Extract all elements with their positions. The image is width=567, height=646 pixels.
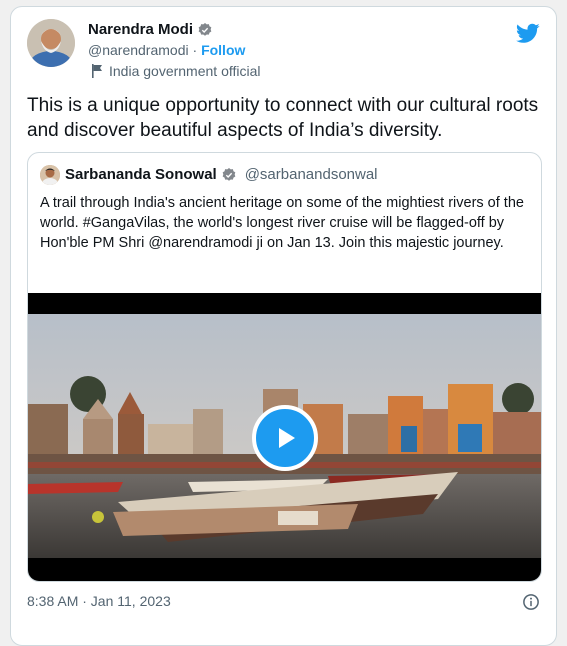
quoted-author-avatar[interactable] [40, 165, 60, 185]
info-icon[interactable] [522, 593, 540, 611]
video-player[interactable] [28, 293, 541, 581]
tweet-card[interactable]: Narendra Modi @narendramodi · Follow Ind… [10, 6, 557, 646]
separator-dot: · [192, 42, 198, 58]
government-label[interactable]: India government official [91, 63, 261, 79]
quoted-tweet-text: A trail through India's ancient heritage… [40, 195, 524, 251]
quoted-author-row[interactable]: Sarbananda Sonowal @sarbanandsonwal [65, 166, 378, 183]
quoted-author-name[interactable]: Sarbananda Sonowal [65, 166, 217, 183]
twitter-bird-icon[interactable] [516, 21, 540, 45]
author-avatar[interactable] [27, 19, 75, 67]
verified-badge-icon [222, 167, 236, 181]
author-handle-row: @narendramodi · Follow [88, 42, 245, 58]
play-button[interactable] [252, 405, 318, 471]
quoted-avatar-image [40, 165, 60, 185]
verified-badge-icon [198, 22, 212, 36]
author-handle[interactable]: @narendramodi [88, 42, 189, 58]
follow-button[interactable]: Follow [201, 42, 245, 58]
avatar-image [27, 19, 75, 67]
flag-icon [92, 64, 102, 78]
government-label-text: India government official [109, 63, 261, 79]
quoted-tweet[interactable]: Sarbananda Sonowal @sarbanandsonwal A tr… [27, 152, 542, 582]
tweet-text: This is a unique opportunity to connect … [27, 95, 539, 141]
quoted-author-handle[interactable]: @sarbanandsonwal [245, 166, 378, 183]
author-name-row[interactable]: Narendra Modi [88, 21, 213, 38]
tweet-timestamp[interactable]: 8:38 AM · Jan 11, 2023 [27, 593, 171, 609]
author-name[interactable]: Narendra Modi [88, 21, 193, 38]
play-icon [279, 428, 295, 448]
